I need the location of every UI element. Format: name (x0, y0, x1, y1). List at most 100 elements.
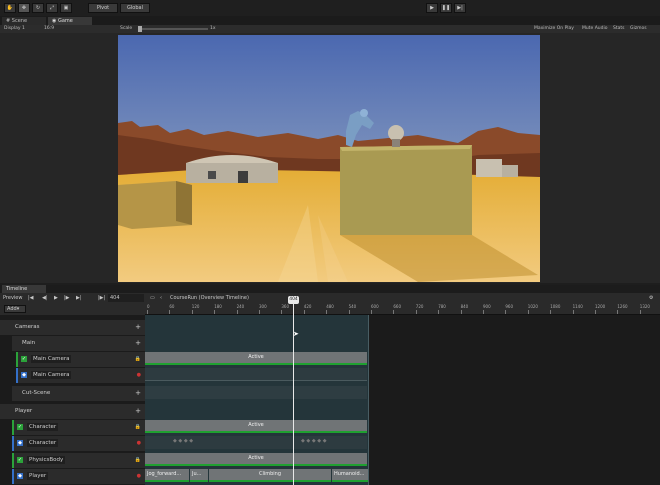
move-tool-icon[interactable]: ✥ (18, 3, 30, 13)
ruler-tick-label: 1260 (617, 304, 628, 309)
previous-frame-icon[interactable]: ◀| (42, 294, 48, 302)
record-icon[interactable]: ● (137, 469, 141, 484)
lock-icon[interactable]: 🔒 (135, 453, 141, 468)
main-camera-binding-field[interactable]: Main Camera (31, 355, 72, 363)
clip-character-active[interactable]: Active (145, 420, 367, 433)
breadcrumb-chevron-icon: ‹ (160, 295, 162, 301)
step-button[interactable]: ▶| (454, 3, 466, 13)
ruler-tick-label: 540 (348, 304, 357, 309)
add-track-plus-icon[interactable]: + (135, 336, 141, 351)
timeline-settings-icon[interactable]: ⚙ (649, 294, 653, 302)
main-camera-animation-binding-field[interactable]: Main Camera (31, 371, 72, 379)
checkmark-icon: ✓ (17, 424, 23, 430)
track-physicsbody-activation[interactable]: ✓ PhysicsBody 🔒 (12, 453, 145, 468)
desert-scene-render (118, 35, 540, 282)
ruler-tick (438, 310, 440, 314)
add-track-plus-icon[interactable]: + (135, 404, 141, 419)
play-range-icon[interactable]: |▶| (98, 294, 105, 302)
clip-player-jog-forward[interactable]: Jog_forward... (145, 469, 189, 482)
character-animation-binding-field[interactable]: Character (27, 439, 59, 447)
scale-slider[interactable] (138, 26, 208, 32)
track-main-camera-animation[interactable]: ◆ Main Camera ● (16, 368, 145, 383)
record-icon[interactable]: ● (137, 436, 141, 451)
ruler-tick-label: 1200 (595, 304, 606, 309)
timeline-play-icon[interactable]: ▶ (54, 294, 58, 302)
go-to-end-icon[interactable]: ▶| (76, 294, 82, 302)
clip-main-camera-active[interactable]: Active (145, 352, 367, 365)
ruler-tick-label: 900 (483, 304, 491, 309)
record-icon[interactable]: ● (137, 368, 141, 383)
ruler-tick-label: 1320 (639, 304, 650, 309)
clip-player-humanoid[interactable]: Humanoid... (332, 469, 368, 482)
tab-scene[interactable]: # Scene (2, 17, 46, 25)
character-animation-lane[interactable]: ◆ ◆ ◆ ◆ ◆ ◆ ◆ ◆ ◆ (145, 436, 367, 449)
game-render-viewport[interactable] (118, 35, 540, 282)
ruler-tick-label: 1080 (550, 304, 561, 309)
pause-button[interactable]: ❚❚ (440, 3, 452, 13)
hand-tool-icon[interactable]: ✋ (4, 3, 16, 13)
track-character-animation[interactable]: ◆ Character ● (12, 436, 145, 451)
go-to-start-icon[interactable]: |◀ (28, 294, 34, 302)
global-toggle[interactable]: Global (120, 3, 150, 13)
add-track-plus-icon[interactable]: + (135, 320, 141, 335)
next-frame-icon[interactable]: |▶ (64, 294, 70, 302)
animation-clip-lane[interactable] (145, 368, 367, 381)
scale-tool-icon[interactable]: ⤢ (46, 3, 58, 13)
player-animation-binding-field[interactable]: Player (27, 472, 49, 480)
timeline-tracks: Cameras + Main + ✓ Main Camera 🔒 ◆ Main … (0, 315, 660, 485)
tab-game-label: Game (57, 18, 73, 24)
scale-slider-thumb[interactable] (138, 26, 142, 32)
physicsbody-binding-field[interactable]: PhysicsBody (27, 456, 66, 464)
play-button[interactable]: ▶ (426, 3, 438, 13)
display-dropdown[interactable]: Display 1 (4, 25, 25, 33)
ruler-tick-label: 960 (505, 304, 514, 309)
checkmark-icon: ✓ (21, 356, 27, 362)
clip-player-climbing[interactable]: Climbing (209, 469, 331, 482)
track-group-cameras[interactable]: Cameras + (0, 320, 145, 335)
ruler-tick (326, 310, 328, 314)
track-group-cut-scene[interactable]: Cut-Scene + (12, 386, 145, 401)
preview-toggle[interactable]: Preview (3, 294, 22, 302)
timeline-ruler[interactable]: 0 60 120 180 240 300 360 420 480 540 600 660 720 780 8… (145, 303, 660, 315)
ruler-tick (303, 310, 305, 314)
ruler-tick (371, 310, 372, 314)
add-track-plus-icon[interactable]: + (135, 386, 141, 401)
checkmark-icon: ✓ (17, 457, 23, 463)
rotate-tool-icon[interactable]: ↻ (32, 3, 44, 13)
lock-icon[interactable]: 🔒 (135, 420, 141, 435)
tab-scene-label: Scene (11, 18, 28, 24)
timeline-asset-icon: ▭ (150, 295, 155, 301)
track-group-main[interactable]: Main + (12, 336, 145, 351)
cut-scene-lane[interactable] (145, 386, 367, 399)
track-main-camera-activation[interactable]: ✓ Main Camera 🔒 (16, 352, 145, 367)
stats-toggle[interactable]: Stats (613, 25, 625, 33)
maximize-on-play-toggle[interactable]: Maximize On Play (534, 25, 574, 33)
view-tabs: # Scene ◉ Game (0, 16, 660, 25)
scale-label: Scale (120, 26, 133, 31)
ruler-tick-label: 0 (147, 304, 150, 309)
gizmos-dropdown[interactable]: Gizmos (630, 25, 647, 33)
ruler-tick-label: 600 (371, 304, 379, 309)
track-character-activation[interactable]: ✓ Character 🔒 (12, 420, 145, 435)
aspect-dropdown[interactable]: 16:9 (44, 25, 54, 33)
rect-tool-icon[interactable]: ▣ (60, 3, 72, 13)
pivot-toggle[interactable]: Pivot (88, 3, 118, 13)
mute-audio-toggle[interactable]: Mute Audio (582, 25, 608, 33)
ruler-tick (572, 310, 574, 314)
clip-player-jump[interactable]: Ju... (190, 469, 208, 482)
track-player-animation[interactable]: ◆ Player ● (12, 469, 145, 484)
tab-game[interactable]: ◉ Game (48, 17, 92, 25)
ruler-tick (236, 310, 238, 314)
lock-icon[interactable]: 🔒 (135, 352, 141, 367)
clip-physicsbody-active[interactable]: Active (145, 453, 367, 466)
timeline-controls: Preview |◀ ◀| ▶ |▶ ▶| |▶| 404 ▭ ‹ Course… (0, 293, 660, 303)
character-binding-field[interactable]: Character (27, 423, 59, 431)
ruler-tick (281, 310, 283, 314)
playhead-handle[interactable]: 404 (288, 296, 299, 304)
frame-field[interactable]: 404 (108, 294, 144, 302)
add-track-button[interactable]: Add▾ (4, 305, 26, 313)
ruler-tick (191, 310, 193, 314)
track-group-cameras-label: Cameras (15, 324, 40, 330)
tab-timeline[interactable]: Timeline (2, 285, 46, 293)
track-group-player[interactable]: Player + (0, 404, 145, 419)
